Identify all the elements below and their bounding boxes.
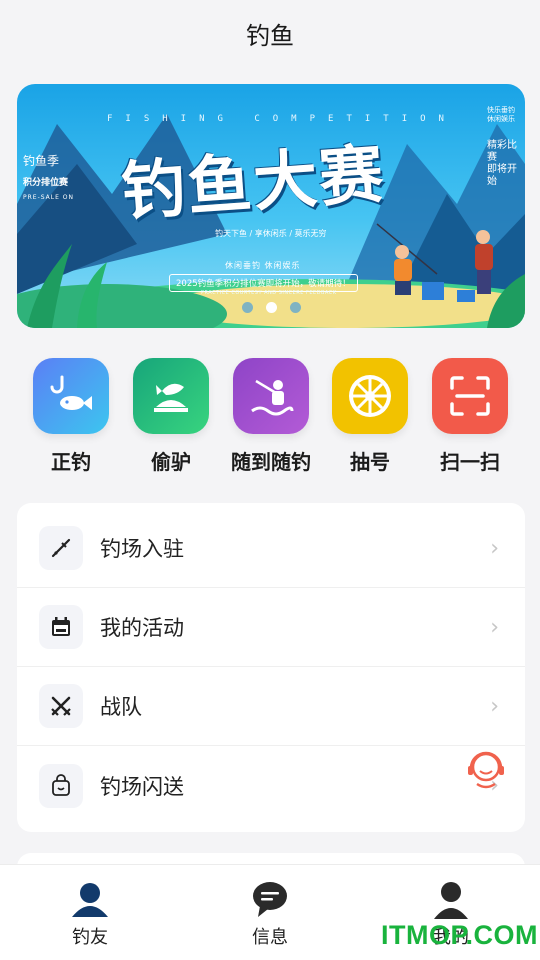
tab-messages[interactable]: 信息 [210,879,330,949]
fishing-rod-icon [39,526,83,570]
carousel-indicator [17,302,525,313]
banner-right-line4: 即将开始 [487,164,517,187]
menu-item-label: 钓场闪送 [100,774,184,799]
profile-icon [434,882,468,919]
banner-slogan: 休闲垂钓 休闲娱乐 [225,261,301,270]
chevron-right-icon: › [490,535,499,561]
menu-item-my-activities[interactable]: 我的活动 › [17,588,525,667]
menu-item-venue-join[interactable]: 钓场入驻 › [17,509,525,588]
quick-action-suidaosuidiao[interactable]: 随到随钓 [221,358,321,475]
menu-item-label: 钓场入驻 [100,537,184,561]
tab-fishing-friends[interactable]: 钓友 [30,879,150,949]
scan-icon [432,358,508,434]
banner-tiny-text: PRACTICE COURTESY AND SINCERE FEEDBACK [201,290,337,296]
menu-item-label: 我的活动 [100,616,184,640]
quick-action-scan[interactable]: 扫一扫 [420,358,520,475]
fish-jump-icon [133,358,209,434]
menu-item-team[interactable]: 战队 › [17,667,525,746]
watermark-text: ITMOP.COM [381,920,539,950]
crossed-swords-icon [39,684,83,728]
fish-hook-icon [33,358,109,434]
quick-action-toulv[interactable]: 偷驴 [121,358,221,475]
top-bar: 钓鱼 [0,0,540,66]
banner-right-line1: 快乐垂钓 [487,106,515,114]
angler-icon [233,358,309,434]
banner-english-title: FISHING COMPETITION [107,114,457,124]
quick-action-label: 偷驴 [151,450,191,474]
user-icon [72,883,108,917]
quick-action-label: 扫一扫 [440,450,500,474]
quick-action-zhengdiao[interactable]: 正钓 [21,358,121,475]
chevron-right-icon: › [490,614,499,640]
quick-action-chouhao[interactable]: 抽号 [320,358,420,475]
banner-tagline: 钓天下鱼 / 享休闲乐 / 莫乐无穷 [215,229,327,238]
banner-left-tag: PRE-SALE ON [23,194,75,201]
lottery-wheel-icon [332,358,408,434]
banner-left-block: 钓鱼季 积分排位赛 PRE-SALE ON [23,152,74,201]
page-title: 钓鱼 [246,21,294,50]
promo-banner[interactable]: FISHING COMPETITION 钓鱼季 积分排位赛 PRE-SALE O… [17,84,525,328]
banner-right-block: 快乐垂钓 休闲娱乐 精彩比赛 即将开始 [487,106,525,188]
quick-actions: 正钓 偷驴 随到随钓 抽号 扫一扫 [0,358,540,478]
headset-icon [468,751,504,789]
customer-service-button[interactable] [465,748,507,792]
quick-action-label: 抽号 [350,450,390,474]
carousel-dot[interactable] [289,302,301,313]
shopping-bag-icon [39,763,83,808]
tab-label: 钓友 [72,927,108,948]
menu-card: 钓场入驻 › 我的活动 › 战队 › 钓场闪送 › [17,503,525,832]
menu-item-label: 战队 [100,695,142,719]
banner-right-line3: 精彩比赛 [487,140,517,163]
carousel-dot[interactable] [241,302,253,313]
banner-left-subtitle: 积分排位赛 [23,178,69,188]
chevron-right-icon: › [490,693,499,719]
banner-right-line2: 休闲娱乐 [487,115,515,123]
quick-action-label: 正钓 [51,450,91,474]
quick-action-label: 随到随钓 [231,450,311,474]
tab-label: 信息 [252,927,288,948]
chat-bubble-icon [253,882,287,917]
carousel-dot-active[interactable] [265,302,277,313]
banner-main-title: 钓鱼大赛 [119,136,388,231]
banner-left-title: 钓鱼季 [23,154,60,168]
calendar-icon [39,605,83,649]
menu-item-flash-delivery[interactable]: 钓场闪送 › [17,746,525,825]
